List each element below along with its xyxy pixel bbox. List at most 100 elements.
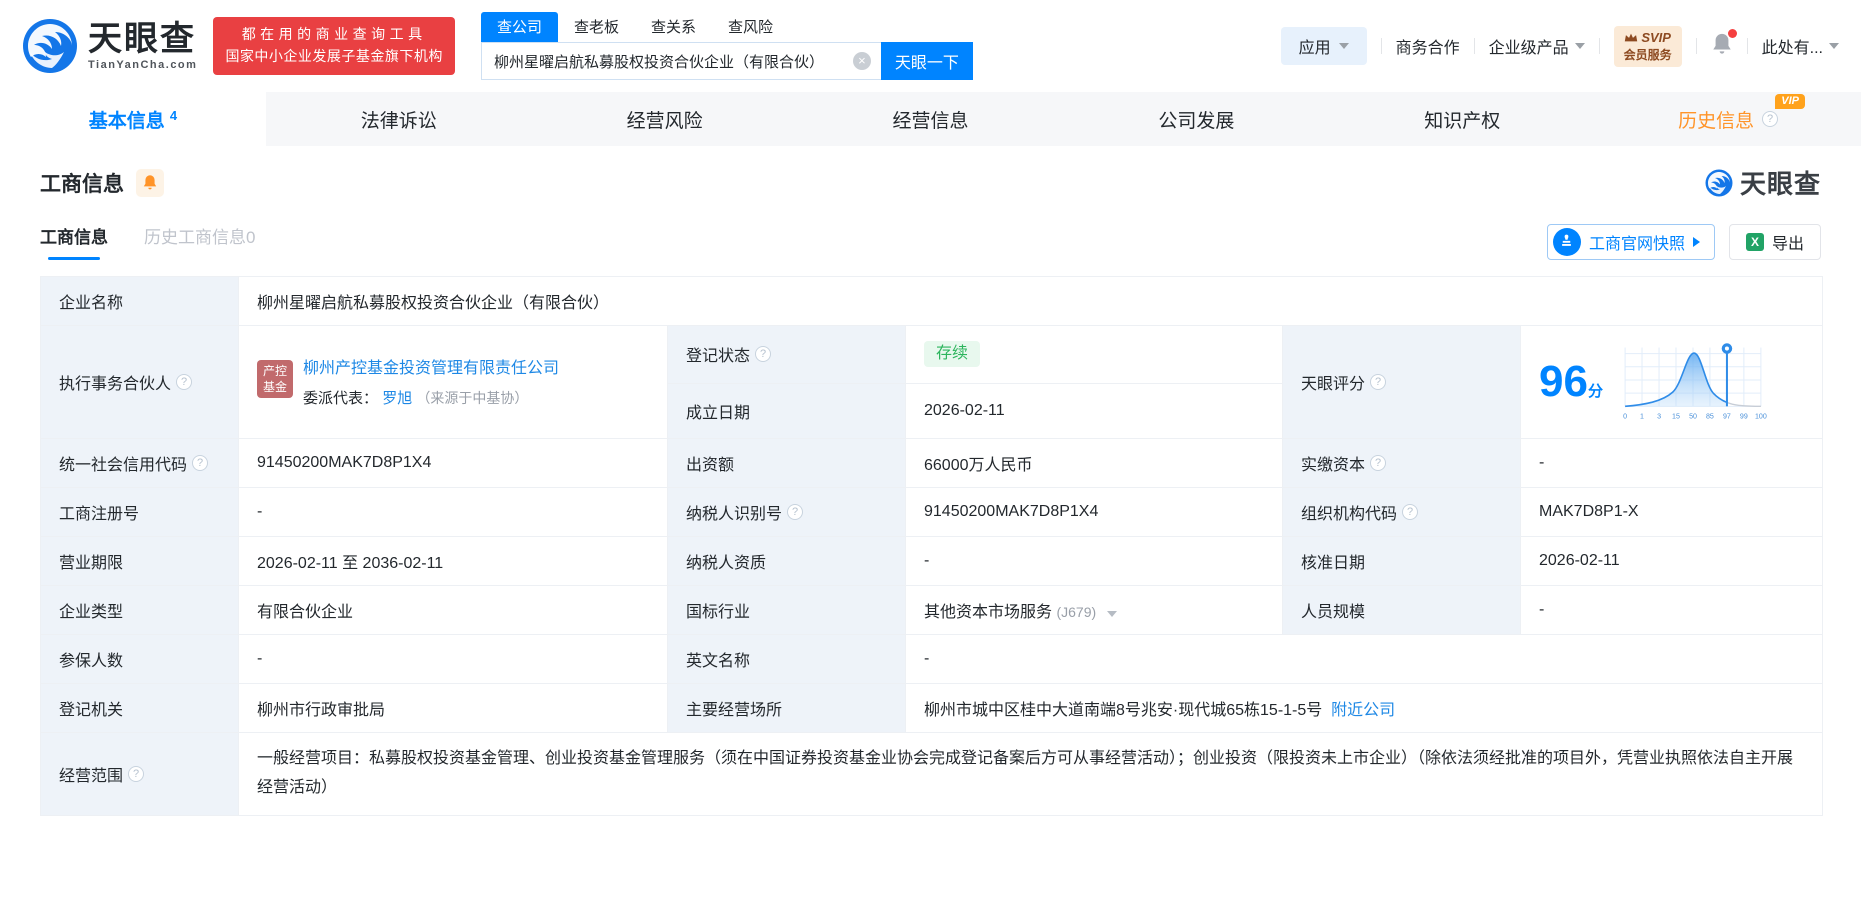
- tab-label: 公司发展: [1158, 110, 1235, 132]
- search-tab-relation[interactable]: 查关系: [635, 12, 712, 42]
- registration-authority-label: 登记机关: [40, 683, 239, 733]
- taxpayer-id-value: 91450200MAK7D8P1X4: [905, 487, 1283, 537]
- tab-intellectual-property[interactable]: 知识产权: [1329, 92, 1595, 146]
- establish-date-label: 成立日期: [667, 382, 906, 440]
- business-term-value: 2026-02-11 至 2036-02-11: [238, 536, 668, 586]
- establish-date-value: 2026-02-11: [905, 382, 1283, 440]
- table-row: 企业类型 有限合伙企业 国标行业 其他资本市场服务 (J679) 人员规模 -: [40, 585, 1824, 635]
- apps-label: 应用: [1298, 40, 1331, 57]
- subtab-count: 0: [246, 228, 256, 247]
- section-title: 工商信息: [40, 172, 124, 196]
- registration-status-label: 登记状态: [667, 325, 906, 384]
- partner-type-badge: 产控 基金: [257, 359, 294, 399]
- svg-text:15: 15: [1672, 412, 1680, 420]
- registration-authority-value: 柳州市行政审批局: [238, 683, 668, 733]
- svg-text:50: 50: [1689, 412, 1697, 420]
- table-row: 工商注册号 - 纳税人识别号 91450200MAK7D8P1X4 组织机构代码…: [40, 487, 1824, 537]
- brand-domain: TianYanCha.com: [88, 58, 198, 71]
- delegate-source: （来源于中基协）: [416, 390, 529, 407]
- search-tab-company[interactable]: 查公司: [480, 12, 558, 42]
- crown-icon: [1625, 33, 1638, 41]
- help-icon[interactable]: [192, 455, 209, 471]
- industry-name: 其他资本市场服务: [924, 604, 1053, 621]
- svg-text:100: 100: [1755, 412, 1767, 420]
- notification-bell[interactable]: [1711, 28, 1737, 61]
- staff-size-value: -: [1519, 585, 1824, 635]
- divider: [1695, 38, 1697, 54]
- business-address-label: 主要经营场所: [667, 683, 906, 733]
- search-tab-risk[interactable]: 查风险: [712, 12, 789, 42]
- table-row: 经营范围 一般经营项目：私募股权投资基金管理、创业投资基金管理服务（须在中国证券…: [40, 732, 1824, 816]
- tab-label: 基本信息: [88, 110, 165, 132]
- business-info-table: 企业名称 柳州星曜启航私募股权投资合伙企业（有限合伙） 执行事务合伙人 产控 基…: [40, 276, 1824, 816]
- search-input[interactable]: [480, 42, 881, 80]
- registration-status-value: 存续: [905, 325, 1283, 384]
- tianyan-score-label: 天眼评分: [1282, 325, 1521, 439]
- chevron-down-icon[interactable]: [1106, 611, 1117, 617]
- arrow-right-icon: [1692, 236, 1700, 247]
- subtab-history-business-info[interactable]: 历史工商信息0: [144, 223, 255, 260]
- tab-count-badge: 4: [169, 107, 178, 123]
- english-name-value: -: [904, 634, 1824, 684]
- official-snapshot-button[interactable]: 工商官网快照: [1546, 223, 1715, 260]
- score-unit: 分: [1587, 383, 1603, 400]
- apps-menu[interactable]: 应用: [1280, 27, 1367, 65]
- tab-basic-info[interactable]: 基本信息 4: [0, 92, 266, 146]
- watermark-brand: 天眼查: [1739, 169, 1821, 199]
- notification-dot: [1727, 28, 1737, 38]
- divider: [1598, 38, 1600, 54]
- approval-date-label: 核准日期: [1282, 536, 1521, 586]
- tab-history-info[interactable]: VIP 历史信息: [1595, 92, 1861, 146]
- snapshot-button-label: 工商官网快照: [1588, 235, 1685, 253]
- user-menu[interactable]: 此处有...: [1762, 34, 1839, 58]
- search-tab-boss[interactable]: 查老板: [558, 12, 635, 42]
- subscribe-bell-button[interactable]: [136, 168, 164, 197]
- table-row: 营业期限 2026-02-11 至 2036-02-11 纳税人资质 - 核准日…: [40, 536, 1824, 586]
- svg-text:1: 1: [1640, 412, 1644, 420]
- help-icon[interactable]: [128, 765, 145, 782]
- industry-code: (J679): [1056, 604, 1097, 620]
- user-label: 此处有...: [1761, 40, 1823, 57]
- subtab-label: 历史工商信息: [144, 228, 246, 247]
- taxpayer-qualification-label: 纳税人资质: [667, 536, 906, 586]
- industry-label: 国标行业: [667, 585, 906, 635]
- help-icon[interactable]: [1370, 374, 1387, 390]
- business-scope-value: 一般经营项目：私募股权投资基金管理、创业投资基金管理服务（须在中国证券投资基金业…: [237, 732, 1824, 816]
- help-icon[interactable]: [755, 346, 772, 363]
- help-icon[interactable]: [1402, 504, 1419, 520]
- score-value: 96: [1539, 357, 1588, 406]
- taxpayer-qualification-value: -: [905, 536, 1283, 586]
- chevron-down-icon: [1574, 43, 1585, 49]
- export-button[interactable]: 导出: [1728, 223, 1821, 260]
- tab-operating-risk[interactable]: 经营风险: [532, 92, 798, 146]
- tab-company-development[interactable]: 公司发展: [1063, 92, 1329, 146]
- main-content: 工商信息 天眼查 工商信息 历史工商信息0 工商官网快照 X 导出 企业名称 柳…: [0, 146, 1861, 816]
- svip-member-button[interactable]: SVIP 会员服务: [1613, 25, 1682, 67]
- help-icon[interactable]: [1370, 455, 1387, 471]
- enterprise-products-label: 企业级产品: [1488, 40, 1569, 57]
- business-scope-label: 经营范围: [40, 732, 239, 816]
- clear-search-icon[interactable]: [852, 52, 871, 70]
- tab-label: 经营信息: [892, 110, 969, 132]
- table-row: 参保人数 - 英文名称 -: [40, 634, 1824, 684]
- tianyancha-logo[interactable]: 天眼查 TianYanCha.com: [22, 18, 197, 74]
- tab-operating-info[interactable]: 经营信息: [798, 92, 1064, 146]
- delegate-person-link[interactable]: 罗旭: [382, 390, 412, 407]
- tab-legal[interactable]: 法律诉讼: [266, 92, 532, 146]
- tab-label: 法律诉讼: [360, 110, 437, 132]
- nearby-companies-link[interactable]: 附近公司: [1331, 702, 1395, 719]
- partner-company-link[interactable]: 柳州产控基金投资管理有限责任公司: [303, 356, 559, 382]
- help-icon[interactable]: [1762, 111, 1779, 127]
- subtab-business-info[interactable]: 工商信息: [40, 223, 108, 260]
- link-enterprise-products[interactable]: 企业级产品: [1489, 34, 1585, 58]
- paid-capital-label: 实缴资本: [1282, 438, 1521, 488]
- help-icon[interactable]: [787, 504, 804, 520]
- search-button[interactable]: 天眼一下: [880, 42, 973, 80]
- org-code-label: 组织机构代码: [1282, 487, 1521, 537]
- english-name-label: 英文名称: [667, 634, 906, 684]
- tianyan-score-cell: 96分 0 1 3 15 50 85 97 99 100: [1519, 325, 1824, 439]
- executive-partner-cell: 产控 基金 柳州产控基金投资管理有限责任公司 委派代表： 罗旭 （来源于中基协）: [238, 325, 668, 439]
- help-icon[interactable]: [176, 374, 193, 390]
- link-business-cooperation[interactable]: 商务合作: [1396, 34, 1460, 58]
- search-tabs: 查公司 查老板 查关系 查风险: [480, 12, 973, 42]
